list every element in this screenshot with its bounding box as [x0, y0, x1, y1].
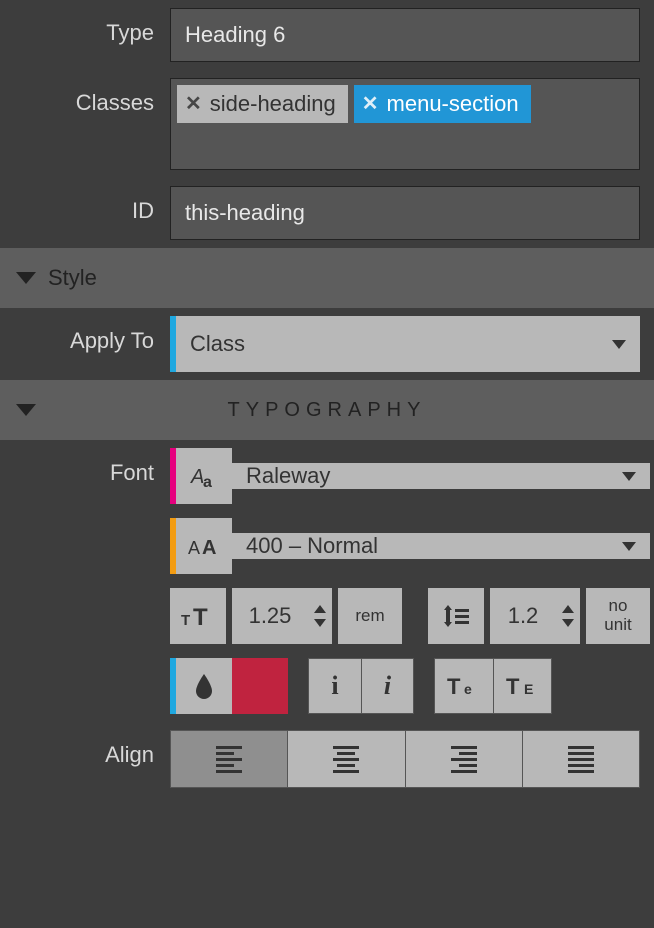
id-input[interactable] [170, 186, 640, 240]
step-up-icon[interactable] [314, 605, 326, 613]
font-weight-select[interactable]: 400 – Normal [232, 533, 650, 559]
type-row: Type [0, 0, 654, 70]
color-swatch[interactable] [232, 658, 288, 714]
align-center-button[interactable] [288, 731, 405, 787]
apply-to-label: Apply To [0, 316, 170, 366]
classes-label: Classes [0, 78, 170, 128]
font-size-value: 1.25 [232, 588, 308, 644]
text-transform-group[interactable]: Te TE [434, 658, 552, 714]
line-height-unit-select[interactable]: no unit [586, 588, 650, 644]
font-size-icon[interactable]: T T [170, 588, 226, 644]
align-right-button[interactable] [406, 731, 523, 787]
remove-class-icon[interactable]: ✕ [185, 94, 202, 114]
svg-text:e: e [464, 681, 472, 697]
classes-input[interactable]: ✕ side-heading ✕ menu-section [170, 78, 640, 170]
chevron-down-icon [622, 542, 636, 551]
font-family-select[interactable]: Raleway [232, 463, 650, 489]
color-picker-button[interactable] [176, 658, 232, 714]
color-style-transform-group: i i Te TE [170, 658, 650, 714]
style-section-header[interactable]: Style [0, 248, 654, 308]
uppercase-button[interactable]: TE [493, 659, 551, 713]
line-height-stepper[interactable] [556, 588, 580, 644]
type-input[interactable] [170, 8, 640, 62]
color-picker-group [170, 658, 288, 714]
apply-to-row: Apply To Class [0, 308, 654, 380]
svg-text:T: T [193, 604, 208, 631]
class-tag-label: side-heading [210, 91, 336, 117]
font-weight-value: 400 – Normal [246, 533, 378, 559]
svg-text:T: T [447, 674, 461, 699]
chevron-down-icon [622, 472, 636, 481]
font-size-stepper[interactable] [308, 588, 332, 644]
section-title: Style [48, 265, 97, 291]
id-row: ID [0, 178, 654, 248]
apply-to-select[interactable]: Class [170, 316, 640, 372]
align-left-button[interactable] [171, 731, 288, 787]
class-tag-label: menu-section [387, 91, 519, 117]
align-justify-icon [568, 746, 594, 773]
chevron-down-icon [612, 340, 626, 349]
id-label: ID [0, 186, 170, 236]
font-family-group: A a Raleway [170, 448, 650, 504]
class-tag[interactable]: ✕ menu-section [354, 85, 531, 123]
step-down-icon[interactable] [562, 619, 574, 627]
italic-on-button[interactable]: i [361, 659, 413, 713]
capitalize-button[interactable]: Te [435, 659, 493, 713]
align-row: Align [0, 722, 654, 796]
class-tag[interactable]: ✕ side-heading [177, 85, 348, 123]
align-right-icon [451, 746, 477, 773]
svg-text:T: T [506, 674, 520, 699]
step-down-icon[interactable] [314, 619, 326, 627]
font-size-input[interactable]: 1.25 [232, 588, 332, 644]
disclosure-triangle-icon [16, 272, 36, 284]
font-family-value: Raleway [246, 463, 330, 489]
remove-class-icon[interactable]: ✕ [362, 94, 379, 114]
svg-text:T: T [181, 612, 190, 629]
size-lineheight-group: T T 1.25 rem [170, 588, 650, 644]
type-label: Type [0, 8, 170, 58]
align-button-group [170, 730, 640, 788]
svg-text:A: A [202, 537, 216, 559]
svg-text:a: a [203, 474, 212, 491]
line-height-icon[interactable] [428, 588, 484, 644]
font-weight-group: A A 400 – Normal [170, 518, 650, 574]
font-row: Font A a Raleway A A [0, 440, 654, 722]
font-style-icon[interactable]: A a [176, 448, 232, 504]
line-height-value: 1.2 [490, 588, 556, 644]
classes-row: Classes ✕ side-heading ✕ menu-section [0, 70, 654, 178]
font-size-unit-select[interactable]: rem [338, 588, 402, 644]
typography-section-header[interactable]: TYPOGRAPHY [0, 380, 654, 440]
section-title: TYPOGRAPHY [228, 399, 427, 422]
font-label: Font [0, 448, 170, 498]
align-center-icon [333, 746, 359, 773]
apply-to-value: Class [190, 331, 245, 357]
step-up-icon[interactable] [562, 605, 574, 613]
svg-text:E: E [524, 681, 533, 697]
italic-toggle-group[interactable]: i i [308, 658, 414, 714]
align-justify-button[interactable] [523, 731, 639, 787]
svg-text:A: A [188, 538, 200, 558]
align-left-icon [216, 746, 242, 773]
italic-off-button[interactable]: i [309, 659, 361, 713]
disclosure-triangle-icon [16, 404, 36, 416]
font-weight-icon[interactable]: A A [176, 518, 232, 574]
align-label: Align [0, 730, 170, 780]
line-height-input[interactable]: 1.2 [490, 588, 580, 644]
